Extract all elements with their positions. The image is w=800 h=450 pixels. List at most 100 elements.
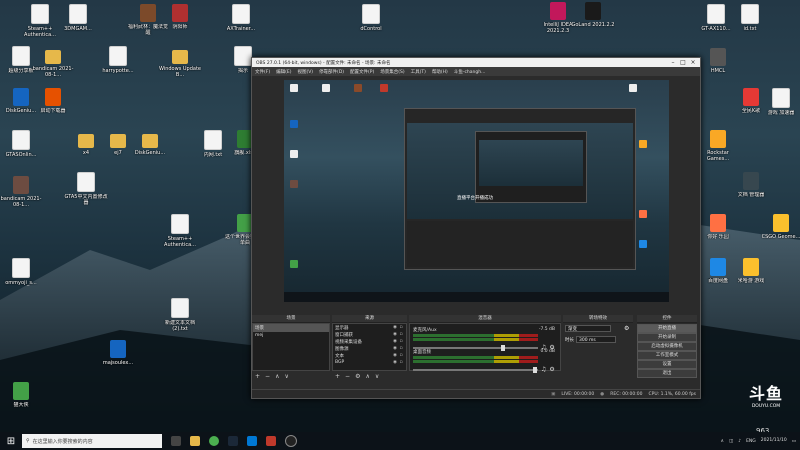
obs-titlebar[interactable]: OBS 27.0.1 (64-bit, windows) - 配置文件: 未命名… — [252, 58, 700, 67]
desktop-icon[interactable]: dControl — [349, 4, 393, 32]
file-icon — [204, 130, 222, 150]
desktop-icon[interactable]: AXTrainer... — [219, 4, 263, 32]
gear-icon[interactable]: ⚙ — [549, 366, 554, 373]
desktop-icon[interactable]: Windows Update B... — [158, 46, 202, 78]
desktop-icon[interactable]: ommyoji_s... — [0, 258, 43, 286]
app-icon[interactable] — [266, 436, 276, 446]
obs-preview[interactable]: 直播平台开播成功 — [284, 80, 669, 302]
desktop-icon[interactable]: majsoulex... — [96, 340, 140, 366]
scene-item[interactable]: mej — [253, 332, 329, 339]
scenes-list[interactable]: 场景 mej — [252, 323, 330, 371]
obs-taskbar-icon[interactable] — [285, 435, 297, 447]
menu-item[interactable]: 视图(V) — [297, 69, 313, 75]
close-icon[interactable]: × — [688, 58, 698, 67]
desktop-icon[interactable]: 猫大侠 — [0, 382, 43, 408]
desktop-icon[interactable]: 文档 管理器 — [729, 172, 773, 198]
transition-select[interactable]: 渐变 — [565, 325, 611, 332]
volume-meter — [413, 360, 538, 363]
file-icon — [171, 298, 189, 318]
move-up-icon[interactable]: ∧ — [365, 373, 369, 380]
control-button[interactable]: 工作室模式 — [637, 351, 697, 360]
steam-icon[interactable] — [228, 436, 238, 446]
move-down-icon[interactable]: ∨ — [284, 373, 288, 380]
desktop-icon[interactable]: GoLand 2021.2.2 — [571, 2, 615, 28]
source-item[interactable]: 文本 ◉ ▫ — [333, 352, 406, 359]
app-icon — [13, 382, 29, 400]
volume-icon[interactable]: ♪ — [738, 439, 741, 444]
add-source-icon[interactable]: + — [335, 373, 340, 380]
menu-item[interactable]: 配置文件(P) — [350, 69, 374, 75]
desktop-icon[interactable]: CSGO Geome... — [759, 214, 800, 240]
maximize-icon[interactable]: □ — [678, 58, 688, 67]
obs-window[interactable]: OBS 27.0.1 (64-bit, windows) - 配置文件: 未命名… — [251, 57, 701, 399]
desktop-icon[interactable]: Steam++ Authentica... — [158, 214, 202, 248]
menu-item[interactable]: 帮助(H) — [432, 69, 448, 75]
volume-slider[interactable] — [413, 366, 538, 373]
menu-item[interactable]: 斗鱼-changh... — [454, 69, 486, 75]
desktop-icon[interactable]: bandicam 2021-08-1... — [0, 176, 43, 208]
desktop-icon[interactable]: id.txt — [728, 4, 772, 32]
nested-obs-capture: 直播平台开播成功 — [404, 108, 636, 270]
sources-list[interactable]: 显示器 ◉ ▫ 窗口捕获 ◉ ▫ 视频采集设备 ◉ ▫ 图像源 ◉ ▫ 文本 ◉ ▫ BGP ◉ ▫ — [332, 323, 407, 371]
source-item[interactable]: 窗口捕获 ◉ ▫ — [333, 331, 406, 338]
move-down-icon[interactable]: ∨ — [375, 373, 379, 380]
desktop-icon[interactable]: 你好 乐园 — [696, 214, 740, 240]
lock-icon[interactable]: ▫ — [398, 353, 404, 358]
remove-scene-icon[interactable]: − — [265, 373, 270, 380]
clock[interactable]: 2021/11/10 — [761, 438, 787, 444]
menu-item[interactable]: 场景集合(S) — [380, 69, 404, 75]
desktop-icon[interactable]: harrypotte... — [96, 46, 140, 74]
minimize-icon[interactable]: – — [668, 58, 678, 67]
control-button[interactable]: 退出 — [637, 369, 697, 378]
desktop-icon[interactable]: 阴阳师 — [158, 4, 202, 30]
desktop-icon[interactable]: 米哈游 游戏 — [729, 258, 773, 284]
taskview-icon[interactable] — [171, 436, 181, 446]
duration-input[interactable]: 300 ms — [576, 336, 616, 343]
menu-item[interactable]: 编辑(E) — [276, 69, 291, 75]
network-icon[interactable]: ◫ — [729, 439, 733, 444]
source-item[interactable]: 图像源 ◉ ▫ — [333, 345, 406, 352]
source-item[interactable]: 视频采集设备 ◉ ▫ — [333, 338, 406, 345]
lock-icon[interactable]: ▫ — [398, 339, 404, 344]
desktop-icon[interactable]: 3DMGAM... — [56, 4, 100, 32]
control-button[interactable]: 开始直播 — [637, 324, 697, 333]
store-icon[interactable] — [247, 436, 257, 446]
remove-source-icon[interactable]: − — [345, 373, 350, 380]
desktop-icon[interactable]: GTA5中文内置修改器 — [64, 172, 108, 206]
taskbar-search[interactable]: ⚲ 在这里输入你要搜索的内容 — [22, 434, 162, 448]
tray-chevron-icon[interactable]: ∧ — [721, 439, 724, 444]
menu-item[interactable]: 停靠部件(D) — [319, 69, 344, 75]
transition-settings-icon[interactable]: ⚙ — [624, 325, 629, 332]
speaker-icon[interactable]: ♫ — [541, 366, 546, 373]
lock-icon[interactable]: ▫ — [398, 346, 404, 351]
desktop-icon[interactable]: 游戏 加速器 — [759, 88, 800, 116]
volume-slider-knob[interactable] — [533, 366, 537, 373]
menu-item[interactable]: 工具(T) — [411, 69, 426, 75]
language-indicator[interactable]: ENG — [746, 439, 756, 444]
control-button[interactable]: 开始录制 — [637, 333, 697, 342]
lock-icon[interactable]: ▫ — [398, 360, 404, 365]
scene-item[interactable]: 场景 — [253, 324, 329, 332]
source-settings-icon[interactable]: ⚙ — [355, 373, 360, 380]
chrome-icon[interactable] — [209, 436, 219, 446]
desktop-icon[interactable]: DiskGeniu... — [128, 130, 172, 156]
control-button[interactable]: 启动虚拟摄像机 — [637, 342, 697, 351]
windows-start-icon[interactable]: ⊞ — [4, 434, 18, 448]
desktop-icon[interactable]: bandicam 2021-08-1... — [31, 46, 75, 78]
source-item[interactable]: 显示器 ◉ ▫ — [333, 324, 406, 331]
lock-icon[interactable]: ▫ — [398, 332, 404, 337]
desktop-icon[interactable]: Rockstar Games... — [696, 130, 740, 162]
desktop-icon-label: ommyoji_s... — [5, 280, 37, 286]
menu-item[interactable]: 文件(F) — [255, 69, 270, 75]
lock-icon[interactable]: ▫ — [398, 325, 404, 330]
explorer-icon[interactable] — [190, 436, 200, 446]
desktop-icon[interactable]: HMCL — [696, 48, 740, 74]
notification-icon[interactable]: ▭ — [792, 439, 796, 444]
add-scene-icon[interactable]: + — [255, 373, 260, 380]
control-button[interactable]: 设置 — [637, 360, 697, 369]
desktop-icon[interactable]: 启动下载器 — [31, 88, 75, 114]
desktop-icon[interactable]: GTASOnlin... — [0, 130, 43, 158]
source-item[interactable]: BGP ◉ ▫ — [333, 359, 406, 366]
move-up-icon[interactable]: ∧ — [275, 373, 279, 380]
desktop-icon[interactable]: 新建文本文档 (2).txt — [158, 298, 202, 332]
